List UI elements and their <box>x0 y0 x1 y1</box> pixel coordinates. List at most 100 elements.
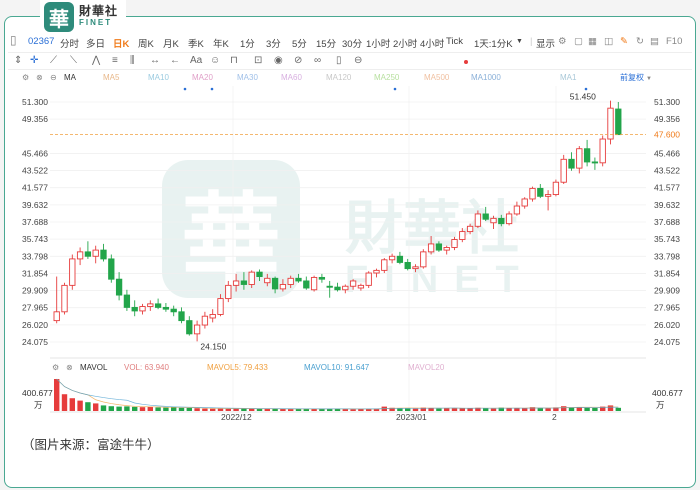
candle <box>170 305 177 317</box>
brand-badge-icon: 華 <box>44 2 74 32</box>
volume-bar <box>69 398 75 411</box>
price-tick-left: 49.356 <box>22 114 48 124</box>
candle <box>576 146 583 174</box>
candle <box>53 276 60 324</box>
adjust-mode-link[interactable]: 前复权 <box>620 72 644 82</box>
candle <box>193 320 201 342</box>
ma250-label: MA250 <box>374 73 400 82</box>
volume-bar <box>202 408 208 411</box>
price-tick-right: 41.577 <box>654 183 680 193</box>
mavol-legend: ⚙ ⊗ MAVOL VOL: 63.940 MAVOL5: 79.433 MAV… <box>52 363 445 372</box>
mavol20-value: MAVOL20 <box>408 363 445 372</box>
volume-bar <box>490 408 497 411</box>
price-tick-left: 27.965 <box>22 303 48 313</box>
current-price-label: 47.600 <box>654 130 680 140</box>
price-tick-left: 45.466 <box>22 148 48 158</box>
ma500-label: MA500 <box>424 73 450 82</box>
mavol-close-icon[interactable]: ⊗ <box>66 363 73 372</box>
candle <box>529 186 536 202</box>
volume-bar <box>545 408 551 411</box>
candle <box>162 302 170 312</box>
volume-bar <box>139 407 146 411</box>
stock-chart[interactable]: 華 財華社 FINET ⚙ ⊗ ⊖ MA MA5 MA10 MA20 MA30 … <box>0 0 700 490</box>
ma1000-label: MA1000 <box>471 73 501 82</box>
ma-close-icon[interactable]: ⊗ <box>36 73 43 82</box>
volume-bar <box>225 408 231 411</box>
volume-bar <box>93 403 99 411</box>
candle <box>365 271 372 289</box>
price-tick-left: 26.020 <box>22 320 48 330</box>
volume-bar <box>592 407 598 411</box>
volume-bar <box>100 405 107 411</box>
mavol10-value: MAVOL10: 91.647 <box>304 363 370 372</box>
candle <box>583 139 591 167</box>
volume-bar <box>116 406 122 411</box>
price-tick-right: 43.522 <box>654 166 680 176</box>
price-tick-right: 31.854 <box>654 268 680 278</box>
volume-bar <box>124 406 130 411</box>
volume-bar <box>280 408 286 411</box>
adjust-dropdown-icon[interactable]: ▼ <box>646 76 652 82</box>
ma-settings-gear-icon[interactable]: ⚙ <box>22 73 29 82</box>
volume-bars <box>54 378 621 411</box>
ma-prefix: MA <box>64 73 77 82</box>
ma1-label: MA1 <box>560 73 577 82</box>
candle <box>420 249 427 269</box>
image-source-caption: （图片来源：富途牛牛） <box>22 438 160 452</box>
candle <box>381 258 388 274</box>
candle <box>115 272 123 301</box>
candle <box>131 300 138 317</box>
high-price-annotation: 51.450 <box>570 92 596 102</box>
volume-bar <box>436 408 442 411</box>
mavol-settings-gear-icon[interactable]: ⚙ <box>52 363 59 372</box>
volume-bar <box>264 408 270 411</box>
ma20-label: MA20 <box>192 73 213 82</box>
mavol-line <box>56 378 619 410</box>
candle <box>178 307 185 324</box>
ma120-label: MA120 <box>326 73 352 82</box>
candle <box>310 275 318 292</box>
candle <box>61 282 68 315</box>
volume-bar <box>459 408 465 411</box>
ma10-label: MA10 <box>148 73 169 82</box>
mavol-prefix: MAVOL <box>80 363 108 372</box>
volume-bar <box>210 408 216 411</box>
volume-bar <box>77 400 83 411</box>
price-tick-right: 33.798 <box>654 251 680 261</box>
low-price-annotation: 24.150 <box>200 341 226 351</box>
price-tick-left: 35.743 <box>22 234 48 244</box>
candle <box>147 300 154 311</box>
watermark: 華 財華社 FINET <box>162 160 519 301</box>
volume-bar <box>412 408 419 411</box>
candle <box>326 280 333 298</box>
volume-bar <box>147 407 153 411</box>
volume-bar <box>61 394 68 411</box>
ma-more-icon[interactable]: ⊖ <box>50 73 57 82</box>
candle <box>334 282 341 292</box>
volume-bar <box>350 409 356 411</box>
volume-bar <box>288 409 294 411</box>
price-tick-right: 39.632 <box>654 200 680 210</box>
candle <box>318 273 326 283</box>
candle <box>123 289 131 311</box>
volume-bar <box>311 409 317 411</box>
volume-bar <box>584 407 590 411</box>
volume-bar <box>522 408 528 411</box>
price-tick-right: 24.075 <box>654 337 680 347</box>
price-tick-left: 43.522 <box>22 166 48 176</box>
candle <box>69 254 76 290</box>
volume-bar <box>514 408 520 411</box>
price-tick-left: 31.854 <box>22 268 48 278</box>
price-tick-left: 41.577 <box>22 183 48 193</box>
candle <box>108 254 115 283</box>
price-tick-left: 39.632 <box>22 200 48 210</box>
price-tick-left: 33.798 <box>22 251 48 261</box>
candle <box>615 102 622 136</box>
price-tick-left: 29.909 <box>22 286 48 296</box>
volume-bar <box>186 407 192 411</box>
candle <box>201 311 209 329</box>
volume-bar <box>217 408 224 411</box>
volume-bar <box>178 407 185 411</box>
price-tick-right: 35.743 <box>654 234 680 244</box>
ma30-label: MA30 <box>237 73 258 82</box>
